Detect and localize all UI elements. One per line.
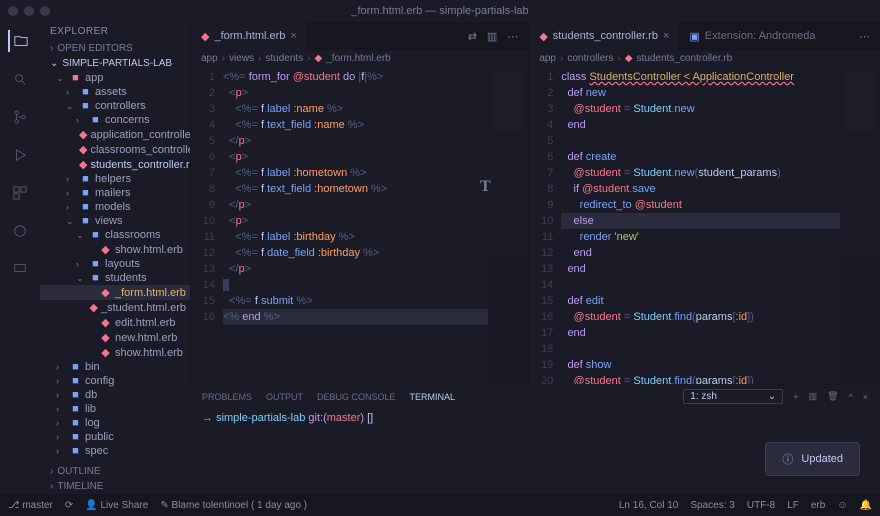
tree-item[interactable]: ◆classrooms_controller.rb: [40, 142, 190, 157]
editor-actions: ⋯: [859, 30, 880, 43]
timeline-section[interactable]: ›TIMELINE: [40, 479, 190, 494]
tree-item[interactable]: ›■lib: [40, 402, 190, 416]
github-icon[interactable]: [9, 220, 31, 242]
tree-item[interactable]: ›■helpers: [40, 172, 190, 186]
tabs-left: ◆ _form.html.erb × ⇄ ▥ ⋯: [191, 22, 528, 50]
panel-tabs: PROBLEMS OUTPUT DEBUG CONSOLE TERMINAL 1…: [190, 385, 880, 408]
extension-icon: ▣: [689, 30, 699, 43]
cursor-position[interactable]: Ln 16, Col 10: [619, 500, 679, 511]
indent[interactable]: Spaces: 3: [690, 500, 734, 511]
sync-icon[interactable]: ⟳: [65, 500, 73, 511]
feedback-icon[interactable]: ☺: [837, 500, 847, 511]
breadcrumb-right[interactable]: app› controllers› ◆ students_controller.…: [529, 50, 880, 67]
ruby-icon: ◆: [201, 30, 209, 43]
tree-item[interactable]: ›■concerns: [40, 113, 190, 127]
tree-item[interactable]: ◆show.html.erb: [40, 242, 190, 257]
sidebar-header: EXPLORER: [40, 22, 190, 41]
tab-extension-andromeda[interactable]: ▣ Extension: Andromeda: [679, 22, 825, 50]
ruby-icon: ◆: [539, 30, 547, 43]
titlebar: _form.html.erb — simple-partials-lab: [0, 0, 880, 22]
split-icon[interactable]: ▥: [487, 30, 497, 43]
tree-item[interactable]: ⌄■classrooms: [40, 228, 190, 242]
window-title: _form.html.erb — simple-partials-lab: [351, 5, 528, 17]
language-mode[interactable]: erb: [811, 500, 825, 511]
encoding[interactable]: UTF-8: [747, 500, 775, 511]
text-cursor-icon: T: [480, 178, 491, 196]
editor-actions: ⇄ ▥ ⋯: [468, 30, 529, 43]
new-terminal-icon[interactable]: +: [793, 392, 798, 402]
git-blame[interactable]: ✎ Blame tolentinoel ( 1 day ago ): [160, 500, 307, 511]
more-icon[interactable]: ⋯: [507, 30, 518, 43]
minimize-icon[interactable]: [24, 6, 34, 16]
tree-item[interactable]: ›■spec: [40, 444, 190, 458]
tree-item[interactable]: ›■layouts: [40, 257, 190, 271]
tab-students-controller[interactable]: ◆ students_controller.rb ×: [529, 22, 679, 50]
tree-item[interactable]: ◆students_controller.rb: [40, 157, 190, 172]
panel-tab-debug[interactable]: DEBUG CONSOLE: [317, 392, 396, 402]
compare-icon[interactable]: ⇄: [468, 30, 477, 43]
file-tree: ⌄■app›■assets⌄■controllers›■concerns ◆ap…: [40, 71, 190, 464]
close-panel-icon[interactable]: ×: [863, 392, 868, 402]
live-share[interactable]: 👤 Live Share: [85, 500, 148, 511]
sidebar: EXPLORER ›OPEN EDITORS ⌄SIMPLE-PARTIALS-…: [40, 22, 190, 494]
panel-tab-output[interactable]: OUTPUT: [266, 392, 303, 402]
statusbar: ⎇ master ⟳ 👤 Live Share ✎ Blame tolentin…: [0, 494, 880, 516]
info-icon: ⓘ: [782, 451, 793, 467]
explorer-icon[interactable]: [8, 30, 30, 52]
source-control-icon[interactable]: [9, 106, 31, 128]
tree-item[interactable]: ◆show.html.erb: [40, 345, 190, 360]
remote-icon[interactable]: [9, 258, 31, 280]
tree-item[interactable]: ›■models: [40, 200, 190, 214]
branch-indicator[interactable]: ⎇ master: [8, 500, 53, 511]
outline-section[interactable]: ›OUTLINE: [40, 464, 190, 479]
tree-item[interactable]: ◆application_controller.rb: [40, 127, 190, 142]
close-icon[interactable]: [8, 6, 18, 16]
eol[interactable]: LF: [787, 500, 799, 511]
bell-icon[interactable]: 🔔: [860, 500, 872, 511]
tree-item[interactable]: ⌄■students: [40, 271, 190, 285]
window-controls[interactable]: [8, 6, 50, 16]
open-editors-section[interactable]: ›OPEN EDITORS: [40, 41, 190, 56]
close-icon[interactable]: ×: [663, 30, 669, 42]
tree-item[interactable]: ◆edit.html.erb: [40, 315, 190, 330]
more-icon[interactable]: ⋯: [859, 30, 870, 43]
tree-item[interactable]: ›■db: [40, 388, 190, 402]
tree-item[interactable]: ›■mailers: [40, 186, 190, 200]
tree-item[interactable]: ⌄■views: [40, 214, 190, 228]
tree-item[interactable]: ◆_form.html.erb: [40, 285, 190, 300]
terminal-select[interactable]: 1: zsh⌄: [683, 389, 783, 404]
tree-item[interactable]: ›■log: [40, 416, 190, 430]
debug-icon[interactable]: [9, 144, 31, 166]
panel-tab-terminal[interactable]: TERMINAL: [410, 392, 456, 402]
tree-item[interactable]: ›■bin: [40, 360, 190, 374]
tree-item[interactable]: ›■config: [40, 374, 190, 388]
search-icon[interactable]: [9, 68, 31, 90]
breadcrumb-left[interactable]: app› views› students› ◆ _form.html.erb: [191, 50, 528, 67]
maximize-icon[interactable]: ^: [849, 392, 853, 402]
tree-item[interactable]: ⌄■controllers: [40, 99, 190, 113]
split-terminal-icon[interactable]: ▥: [809, 391, 818, 402]
tree-item[interactable]: ◆new.html.erb: [40, 330, 190, 345]
activity-bar: [0, 22, 40, 494]
tab-form-erb[interactable]: ◆ _form.html.erb ×: [191, 22, 307, 50]
zoom-icon[interactable]: [40, 6, 50, 16]
tree-item[interactable]: ⌄■app: [40, 71, 190, 85]
project-root[interactable]: ⌄SIMPLE-PARTIALS-LAB: [40, 56, 190, 71]
bottom-panel: PROBLEMS OUTPUT DEBUG CONSOLE TERMINAL 1…: [190, 384, 880, 494]
trash-icon[interactable]: 🗑: [827, 391, 838, 402]
panel-tab-problems[interactable]: PROBLEMS: [202, 392, 252, 402]
tabs-right: ◆ students_controller.rb × ▣ Extension: …: [529, 22, 880, 50]
tree-item[interactable]: ›■public: [40, 430, 190, 444]
tree-item[interactable]: ›■assets: [40, 85, 190, 99]
toast-updated[interactable]: ⓘ Updated: [765, 442, 860, 476]
tree-item[interactable]: ◆_student.html.erb: [40, 300, 190, 315]
extensions-icon[interactable]: [9, 182, 31, 204]
close-icon[interactable]: ×: [290, 30, 296, 42]
